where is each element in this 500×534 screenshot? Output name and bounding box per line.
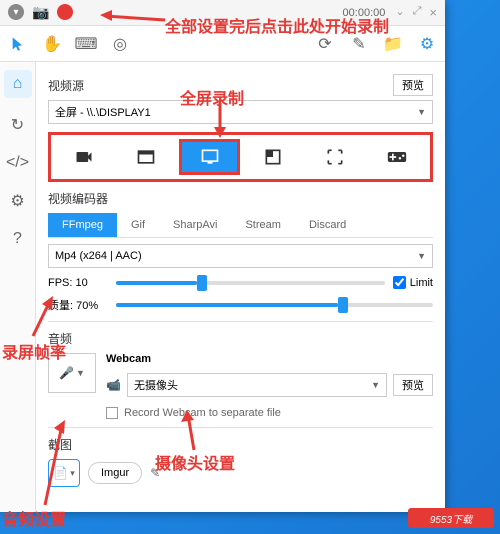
titlebar: ▾ 📷 00:00:00 ⌄ ⤢ × bbox=[0, 0, 445, 26]
fps-label: FPS: bbox=[48, 277, 72, 289]
encoder-label: 视频编码器 bbox=[48, 190, 108, 207]
display-dropdown[interactable]: 全屏 - \\.\DISPLAY1 ▼ bbox=[48, 100, 433, 124]
encoder-tabs: FFmpeg Gif SharpAvi Stream Discard bbox=[48, 213, 433, 238]
separate-file-checkbox[interactable] bbox=[106, 407, 118, 419]
hand-tool[interactable]: ✋ bbox=[42, 34, 62, 54]
folder-icon[interactable]: 📁 bbox=[383, 34, 403, 54]
tab-gif[interactable]: Gif bbox=[117, 213, 159, 237]
cursor-tool[interactable] bbox=[8, 34, 28, 54]
region-source[interactable] bbox=[244, 139, 302, 175]
tab-ffmpeg[interactable]: FFmpeg bbox=[48, 213, 117, 237]
webcam-icon: 📹 bbox=[106, 378, 121, 392]
fullscreen-source[interactable] bbox=[179, 139, 241, 175]
keyboard-tool[interactable]: ⌨ bbox=[76, 34, 96, 54]
target-tool[interactable]: ◎ bbox=[110, 34, 130, 54]
main-content: 视频源 预览 全屏 - \\.\DISPLAY1 ▼ 视频编码器 bbox=[36, 62, 445, 512]
chevron-down-icon[interactable]: ⌄ bbox=[395, 5, 404, 20]
webcam-section-label: Webcam bbox=[106, 353, 433, 365]
document-icon: 📄 bbox=[53, 466, 68, 480]
tab-discard[interactable]: Discard bbox=[295, 213, 360, 237]
refresh-icon[interactable]: ⟳ bbox=[315, 34, 335, 54]
webcam-dropdown[interactable]: 无摄像头 ▼ bbox=[127, 373, 387, 397]
gear-icon[interactable]: ⚙ bbox=[7, 190, 29, 212]
toolbar: ✋ ⌨ ◎ ⟳ ✎ 📁 ⚙ bbox=[0, 26, 445, 62]
game-source[interactable] bbox=[368, 139, 426, 175]
quality-label: 质量: bbox=[48, 300, 73, 312]
audio-label: 音频 bbox=[48, 330, 72, 347]
limit-checkbox[interactable]: Limit bbox=[393, 276, 433, 289]
chevron-down-icon: ▼ bbox=[417, 251, 426, 261]
separate-file-label: Record Webcam to separate file bbox=[124, 407, 281, 419]
brush-icon[interactable]: ✎ bbox=[349, 34, 369, 54]
chevron-down-icon: ▼ bbox=[417, 107, 426, 117]
app-window: ▾ 📷 00:00:00 ⌄ ⤢ × ✋ ⌨ ◎ ⟳ ✎ 📁 ⚙ bbox=[0, 0, 445, 512]
source-mode-group bbox=[48, 132, 433, 182]
tab-stream[interactable]: Stream bbox=[231, 213, 294, 237]
quality-slider[interactable] bbox=[116, 303, 433, 307]
watermark: 9553下载 bbox=[408, 508, 494, 528]
sidebar: ⌂ ↻ </> ⚙ ? bbox=[0, 62, 36, 512]
record-button[interactable] bbox=[57, 4, 73, 20]
home-icon[interactable]: ⌂ bbox=[4, 70, 32, 98]
timer-display: 00:00:00 bbox=[343, 7, 386, 19]
quality-value: 70% bbox=[76, 300, 98, 312]
camera-icon[interactable]: 📷 bbox=[32, 4, 49, 21]
settings-icon[interactable]: ⚙ bbox=[417, 34, 437, 54]
mic-icon: 🎤 bbox=[59, 366, 74, 380]
code-icon[interactable]: </> bbox=[7, 152, 29, 174]
chevron-down-icon: ▼ bbox=[371, 380, 380, 390]
close-icon[interactable]: × bbox=[429, 5, 437, 20]
imgur-button[interactable]: Imgur bbox=[88, 462, 142, 484]
chevron-down-icon: ▼ bbox=[76, 368, 85, 378]
video-source-label: 视频源 bbox=[48, 77, 84, 94]
codec-value: Mp4 (x264 | AAC) bbox=[55, 250, 142, 262]
fps-slider[interactable] bbox=[116, 281, 385, 285]
history-icon[interactable]: ↻ bbox=[7, 114, 29, 136]
area-source[interactable] bbox=[306, 139, 364, 175]
preview-button[interactable]: 预览 bbox=[393, 74, 433, 96]
display-value: 全屏 - \\.\DISPLAY1 bbox=[55, 104, 151, 120]
fps-value: 10 bbox=[76, 277, 88, 289]
camera-source[interactable] bbox=[55, 139, 113, 175]
collapse-button[interactable]: ▾ bbox=[8, 4, 24, 20]
screenshot-label: 截图 bbox=[48, 436, 72, 453]
codec-dropdown[interactable]: Mp4 (x264 | AAC) ▼ bbox=[48, 244, 433, 268]
help-icon[interactable]: ? bbox=[7, 228, 29, 250]
mic-button[interactable]: 🎤 ▼ bbox=[48, 353, 96, 393]
edit-icon[interactable]: ✎ bbox=[150, 466, 160, 480]
tab-sharpavi[interactable]: SharpAvi bbox=[159, 213, 231, 237]
screenshot-button[interactable]: 📄 ▾ bbox=[48, 459, 80, 487]
chevron-down-icon: ▾ bbox=[70, 468, 75, 479]
webcam-preview-button[interactable]: 预览 bbox=[393, 374, 433, 396]
webcam-value: 无摄像头 bbox=[134, 377, 178, 393]
expand-icon[interactable]: ⤢ bbox=[413, 5, 422, 20]
window-source[interactable] bbox=[117, 139, 175, 175]
